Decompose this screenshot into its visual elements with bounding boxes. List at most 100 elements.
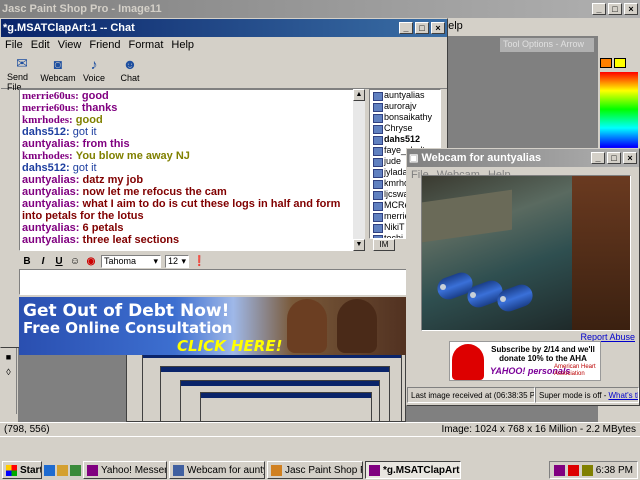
message-author[interactable]: kmrhodes: bbox=[22, 114, 73, 126]
message-author[interactable]: auntyalias: bbox=[22, 234, 79, 246]
preset-shapes-tool-icon[interactable]: ■ bbox=[1, 350, 16, 364]
ad-person-image bbox=[337, 299, 377, 353]
chat-message: merrie60us: thanks bbox=[22, 102, 362, 114]
voice-button[interactable]: ♪ Voice bbox=[79, 55, 109, 86]
chat-menu-view[interactable]: View bbox=[58, 39, 82, 51]
volume-tray-icon[interactable] bbox=[581, 464, 593, 476]
user-list-item[interactable]: aurorajv bbox=[370, 101, 440, 112]
ad-banner[interactable]: Get Out of Debt Now! Free Online Consult… bbox=[19, 297, 409, 355]
message-author[interactable]: kmrhodes: bbox=[22, 150, 73, 162]
message-author[interactable]: auntyalias: bbox=[22, 198, 79, 210]
messenger-tray-icon[interactable] bbox=[553, 464, 565, 476]
clock: 6:38 PM bbox=[595, 464, 633, 476]
format-toolbar: B I U ☺ ◉ Tahoma ▾ 12 ▾ ❗ bbox=[19, 253, 439, 269]
message-author[interactable]: auntyalias: bbox=[22, 186, 79, 198]
image-info: Image: 1024 x 768 x 16 Million - 2.2 MBy… bbox=[441, 424, 636, 435]
user-list-item[interactable]: bonsaikathy bbox=[370, 112, 440, 123]
webcam-minimize-button[interactable]: _ bbox=[591, 152, 605, 164]
background-color-swatch[interactable] bbox=[614, 58, 626, 68]
cam-log-end bbox=[440, 284, 446, 290]
windows-logo-icon bbox=[6, 464, 17, 476]
start-button[interactable]: Start bbox=[2, 461, 42, 479]
webcam-icon: ◙ bbox=[53, 56, 63, 72]
user-list-item[interactable]: dahs512 bbox=[370, 134, 440, 145]
tool-options-palette[interactable]: Tool Options - Arrow bbox=[500, 38, 594, 52]
color-icon[interactable]: ◉ bbox=[85, 256, 97, 267]
bold-button[interactable]: B bbox=[21, 256, 33, 267]
voice-icon: ♪ bbox=[90, 56, 98, 72]
ad-cta[interactable]: CLICK HERE! bbox=[177, 337, 282, 355]
psp-title: Jasc Paint Shop Pro - Image11 bbox=[2, 3, 162, 15]
chat-button[interactable]: ☻ Chat bbox=[115, 55, 145, 86]
chat-menu-edit[interactable]: Edit bbox=[31, 39, 50, 51]
network-tray-icon[interactable] bbox=[567, 464, 579, 476]
chat-menu-format[interactable]: Format bbox=[129, 39, 164, 51]
vector-object-tool-icon[interactable]: ◊ bbox=[1, 365, 16, 379]
taskbar-task[interactable]: Yahoo! Messenger bbox=[83, 461, 167, 479]
chat-maximize-button[interactable]: □ bbox=[415, 22, 429, 34]
aha-ad[interactable]: Subscribe by 2/14 and we'll donate 10% t… bbox=[449, 341, 601, 381]
message-author[interactable]: merrie60us: bbox=[22, 90, 79, 102]
chat-message: auntyalias: datz my job bbox=[22, 174, 362, 186]
chat-log[interactable]: merrie60us: good merrie60us: thanks kmrhod… bbox=[19, 89, 365, 251]
foreground-color-swatch[interactable] bbox=[600, 58, 612, 68]
desktop-icon[interactable] bbox=[70, 464, 81, 476]
super-mode-status: Super mode is off - What's this? bbox=[535, 387, 639, 403]
chat-minimize-button[interactable]: _ bbox=[399, 22, 413, 34]
taskbar-task[interactable]: Webcam for auntyalias bbox=[169, 461, 265, 479]
message-author[interactable]: auntyalias: bbox=[22, 138, 79, 150]
webcam-maximize-button[interactable]: □ bbox=[607, 152, 621, 164]
whats-this-link[interactable]: What's this? bbox=[608, 391, 638, 400]
psp-close-button[interactable]: × bbox=[624, 3, 638, 15]
psp-title-bar[interactable]: Jasc Paint Shop Pro - Image11 _ □ × bbox=[0, 0, 640, 18]
message-text: three leaf sections bbox=[82, 234, 180, 246]
message-input[interactable] bbox=[19, 269, 409, 295]
ie-icon[interactable] bbox=[44, 464, 55, 476]
taskbar-task[interactable]: *g.MSATClapArt... bbox=[365, 461, 461, 479]
chat-menu-friend[interactable]: Friend bbox=[89, 39, 120, 51]
psp-status-bar: (798, 556) Image: 1024 x 768 x 16 Millio… bbox=[0, 422, 640, 436]
scroll-up-icon[interactable]: ▲ bbox=[353, 89, 365, 101]
user-list-item[interactable]: Chryse bbox=[370, 123, 440, 134]
chat-menu-help[interactable]: Help bbox=[171, 39, 194, 51]
message-author[interactable]: auntyalias: bbox=[22, 222, 79, 234]
webcam-close-button[interactable]: × bbox=[623, 152, 637, 164]
font-select[interactable]: Tahoma ▾ bbox=[101, 254, 161, 268]
message-author[interactable]: dahs512: bbox=[22, 126, 70, 138]
im-button[interactable]: IM bbox=[373, 239, 395, 251]
buzz-icon[interactable]: ❗ bbox=[193, 256, 205, 267]
chat-message: auntyalias: three leaf sections bbox=[22, 234, 362, 246]
message-text: got it bbox=[72, 162, 97, 174]
chat-menu-bar: File Edit View Friend Format Help bbox=[1, 37, 447, 53]
message-author[interactable]: merrie60us: bbox=[22, 102, 79, 114]
explorer-icon[interactable] bbox=[57, 464, 68, 476]
psp-maximize-button[interactable]: □ bbox=[608, 3, 622, 15]
chat-message: auntyalias: what I aim to do is cut thes… bbox=[22, 198, 362, 222]
chevron-down-icon: ▾ bbox=[153, 255, 158, 266]
chat-close-button[interactable]: × bbox=[431, 22, 445, 34]
aha-logo: American Heart Association bbox=[554, 364, 596, 377]
italic-button[interactable]: I bbox=[37, 256, 49, 267]
webcam-status-bar: Last image received at (06:38:35 PM) Sup… bbox=[407, 387, 639, 403]
user-list-item[interactable]: auntyalias bbox=[370, 90, 440, 101]
font-size-select[interactable]: 12 ▾ bbox=[165, 254, 189, 268]
message-text: thanks bbox=[81, 102, 118, 114]
webcam-button[interactable]: ◙ Webcam bbox=[40, 55, 75, 86]
taskbar-task[interactable]: Jasc Paint Shop Pro -... bbox=[267, 461, 363, 479]
chat-message: auntyalias: 6 petals bbox=[22, 222, 362, 234]
webcam-title-bar[interactable]: ▣ Webcam for auntyalias _ □ × bbox=[407, 149, 639, 167]
smiley-icon[interactable]: ☺ bbox=[69, 256, 81, 267]
task-app-icon bbox=[87, 464, 98, 476]
taskbar: Start Yahoo! MessengerWebcam for auntyal… bbox=[0, 436, 640, 480]
send-file-button[interactable]: ✉ Send File bbox=[7, 55, 37, 92]
scroll-down-icon[interactable]: ▼ bbox=[353, 239, 365, 251]
message-author[interactable]: auntyalias: bbox=[22, 174, 79, 186]
chat-log-scrollbar[interactable]: ▲ ▼ bbox=[353, 89, 365, 251]
underline-button[interactable]: U bbox=[53, 256, 65, 267]
chat-title-bar[interactable]: *g.MSATClapArt:1 -- Chat _ □ × bbox=[1, 19, 447, 37]
chat-toolbar: ✉ Send File ◙ Webcam ♪ Voice ☻ Chat bbox=[1, 53, 447, 92]
psp-minimize-button[interactable]: _ bbox=[592, 3, 606, 15]
chat-menu-file[interactable]: File bbox=[5, 39, 23, 51]
ad-subheadline: Free Online Consultation bbox=[23, 319, 233, 337]
message-author[interactable]: dahs512: bbox=[22, 162, 70, 174]
